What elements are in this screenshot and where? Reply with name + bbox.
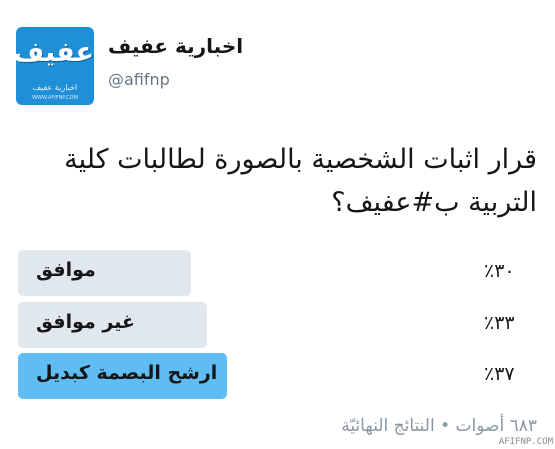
avatar-logo-text: عفيف: [16, 37, 94, 68]
avatar-url: WWW.AFIFNP.COM: [32, 95, 78, 101]
poll-option-label: موافق: [36, 259, 96, 281]
user-handle[interactable]: @afifnp: [108, 70, 170, 89]
avatar-caption: اخبارية عفيف: [32, 83, 78, 92]
poll-option-percent: ٣٣٪: [484, 312, 515, 334]
poll-option-percent: ٣٠٪: [484, 260, 515, 282]
poll-option-label: غير موافق: [36, 311, 135, 333]
poll-summary: ٦٨٣ أصوات • النتائج النهائيّة: [341, 416, 537, 436]
poll-option[interactable]: موافق ٣٠٪: [0, 250, 555, 296]
display-name[interactable]: اخبارية عفيف: [108, 34, 243, 58]
poll-option[interactable]: غير موافق ٣٣٪: [0, 302, 555, 348]
poll-option-percent: ٣٧٪: [484, 363, 515, 385]
tweet-header: عفيف اخبارية عفيف WWW.AFIFNP.COM اخبارية…: [0, 0, 555, 120]
watermark: AFIFNP.COM: [498, 437, 553, 447]
poll-option[interactable]: ارشح البصمة كبديل ٣٧٪: [0, 353, 555, 399]
poll-option-label: ارشح البصمة كبديل: [36, 362, 218, 384]
tweet-text: قرار اثبات الشخصية بالصورة لطالبات كلية …: [64, 144, 537, 218]
avatar[interactable]: عفيف اخبارية عفيف WWW.AFIFNP.COM: [16, 27, 94, 105]
